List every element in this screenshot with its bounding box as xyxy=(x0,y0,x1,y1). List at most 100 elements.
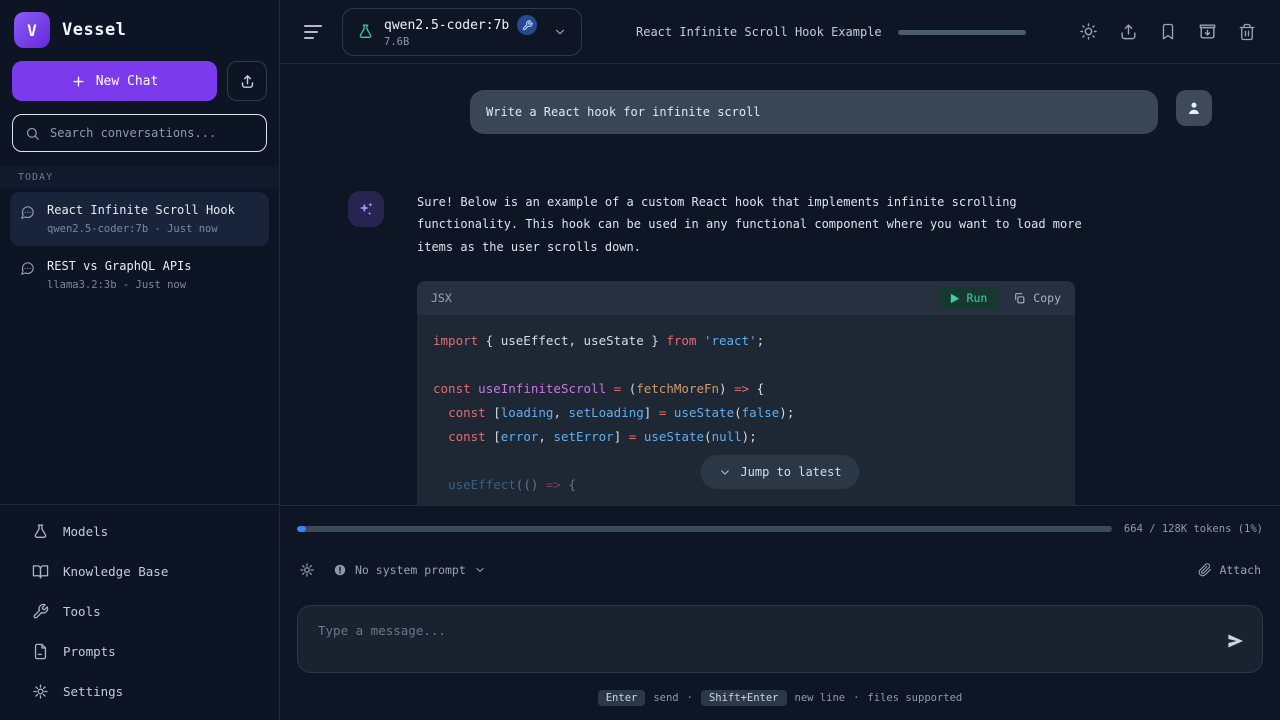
nav-label: Tools xyxy=(63,604,101,619)
plus-icon xyxy=(71,74,86,89)
user-message-bubble: Write a React hook for infinite scroll xyxy=(470,90,1158,134)
assistant-message-row: Sure! Below is an example of a custom Re… xyxy=(280,134,1280,505)
sidebar-nav: Models Knowledge Base Tools Prompts Sett… xyxy=(0,504,279,720)
document-icon xyxy=(32,643,49,660)
user-avatar xyxy=(1176,90,1212,126)
sun-icon xyxy=(1079,22,1098,41)
info-icon xyxy=(333,563,347,577)
gear-icon xyxy=(32,683,49,700)
share-icon xyxy=(1119,22,1138,41)
chat-bubble-icon xyxy=(20,205,35,220)
user-message-text: Write a React hook for infinite scroll xyxy=(486,105,761,119)
title-progress-bar xyxy=(898,30,1026,35)
wrench-icon xyxy=(522,20,533,31)
composer-controls: No system prompt Attach xyxy=(299,558,1261,582)
send-button[interactable] xyxy=(1226,632,1245,651)
paperclip-icon xyxy=(1198,563,1212,577)
chat-scroll-area[interactable]: Write a React hook for infinite scroll S… xyxy=(280,64,1280,505)
app-logo: V xyxy=(14,12,50,48)
run-label: Run xyxy=(967,291,988,305)
run-code-button[interactable]: Run xyxy=(938,287,1000,309)
model-size: 7.6B xyxy=(384,36,537,48)
chat-settings-button[interactable] xyxy=(299,562,315,578)
conversation-title: React Infinite Scroll Hook Ex… xyxy=(47,203,243,217)
tool-capability-badge xyxy=(517,15,537,35)
archive-icon xyxy=(1198,22,1217,41)
archive-button[interactable] xyxy=(1198,22,1217,41)
system-prompt-label: No system prompt xyxy=(355,563,466,577)
conversation-item-active[interactable]: React Infinite Scroll Hook Ex… qwen2.5-c… xyxy=(10,192,269,246)
nav-label: Models xyxy=(63,524,108,539)
import-chat-button[interactable] xyxy=(227,61,267,101)
assistant-avatar xyxy=(348,191,384,227)
attach-button[interactable]: Attach xyxy=(1198,563,1261,577)
shift-action-hint: new line xyxy=(795,692,846,704)
nav-label: Settings xyxy=(63,684,123,699)
theme-toggle-button[interactable] xyxy=(1079,22,1098,41)
message-input[interactable] xyxy=(297,605,1263,673)
brand-name: Vessel xyxy=(62,20,126,40)
nav-label: Knowledge Base xyxy=(63,564,168,579)
jump-to-latest-label: Jump to latest xyxy=(740,465,841,479)
enter-action-hint: send xyxy=(653,692,678,704)
conversation-title: REST vs GraphQL APIs xyxy=(47,259,243,273)
copy-label: Copy xyxy=(1033,291,1061,305)
copy-code-button[interactable]: Copy xyxy=(1013,291,1061,305)
play-icon xyxy=(950,293,960,304)
code-block-header: JSX Run Copy xyxy=(417,281,1075,315)
enter-key-hint: Enter xyxy=(598,690,646,706)
conversation-meta: llama3.2:3b - Just now xyxy=(47,279,243,291)
model-name: qwen2.5-coder:7b xyxy=(384,18,509,33)
flask-icon xyxy=(32,523,49,540)
sidebar-item-tools[interactable]: Tools xyxy=(0,591,279,631)
composer: 664 / 128K tokens (1%) No system prompt … xyxy=(280,505,1280,720)
token-usage-label: 664 / 128K tokens (1%) xyxy=(1124,523,1263,535)
person-icon xyxy=(1185,99,1203,117)
attach-label: Attach xyxy=(1219,563,1261,577)
sidebar-toggle-icon[interactable] xyxy=(304,25,322,39)
new-chat-label: New Chat xyxy=(96,74,159,89)
sidebar: V Vessel New Chat TODAY xyxy=(0,0,280,720)
book-icon xyxy=(32,563,49,580)
conversation-meta: qwen2.5-coder:7b - Just now xyxy=(47,223,243,235)
hint-separator: · xyxy=(687,692,693,704)
conversation-list: React Infinite Scroll Hook Ex… qwen2.5-c… xyxy=(0,188,279,302)
sparkle-icon xyxy=(356,199,376,219)
upload-icon xyxy=(239,73,256,90)
sidebar-item-prompts[interactable]: Prompts xyxy=(0,631,279,671)
main-panel: qwen2.5-coder:7b 7.6B React Infinite Scr… xyxy=(280,0,1280,720)
gear-icon xyxy=(299,562,315,578)
chevron-down-icon xyxy=(474,564,486,576)
logo-letter: V xyxy=(27,21,37,40)
token-usage-bar xyxy=(297,526,1112,532)
jump-to-latest-button[interactable]: Jump to latest xyxy=(700,455,859,489)
bookmark-button[interactable] xyxy=(1159,23,1177,41)
search-box[interactable] xyxy=(12,114,267,152)
system-prompt-dropdown[interactable]: No system prompt xyxy=(333,563,486,577)
send-icon xyxy=(1226,632,1245,651)
code-language-label: JSX xyxy=(431,291,452,305)
chevron-down-icon xyxy=(718,466,731,479)
flask-icon xyxy=(357,23,374,40)
token-usage-row: 664 / 128K tokens (1%) xyxy=(297,523,1263,535)
share-button[interactable] xyxy=(1119,22,1138,41)
search-icon xyxy=(25,126,40,141)
delete-chat-button[interactable] xyxy=(1238,23,1256,41)
conversation-item[interactable]: REST vs GraphQL APIs llama3.2:3b - Just … xyxy=(10,248,269,302)
sidebar-item-settings[interactable]: Settings xyxy=(0,671,279,711)
files-supported-hint: files supported xyxy=(867,692,962,704)
trash-icon xyxy=(1238,23,1256,41)
user-message-row: Write a React hook for infinite scroll xyxy=(280,64,1280,134)
search-input[interactable] xyxy=(50,126,254,140)
conversation-section-label: TODAY xyxy=(0,167,279,188)
page-title: React Infinite Scroll Hook Example xyxy=(636,25,882,39)
copy-icon xyxy=(1013,292,1026,305)
sidebar-item-models[interactable]: Models xyxy=(0,511,279,551)
app-window: V Vessel New Chat TODAY xyxy=(0,0,1280,720)
brand: V Vessel xyxy=(0,0,279,50)
token-usage-fill xyxy=(297,526,306,532)
model-selector[interactable]: qwen2.5-coder:7b 7.6B xyxy=(342,8,582,56)
hint-separator: · xyxy=(853,692,859,704)
new-chat-button[interactable]: New Chat xyxy=(12,61,217,101)
sidebar-item-knowledge-base[interactable]: Knowledge Base xyxy=(0,551,279,591)
